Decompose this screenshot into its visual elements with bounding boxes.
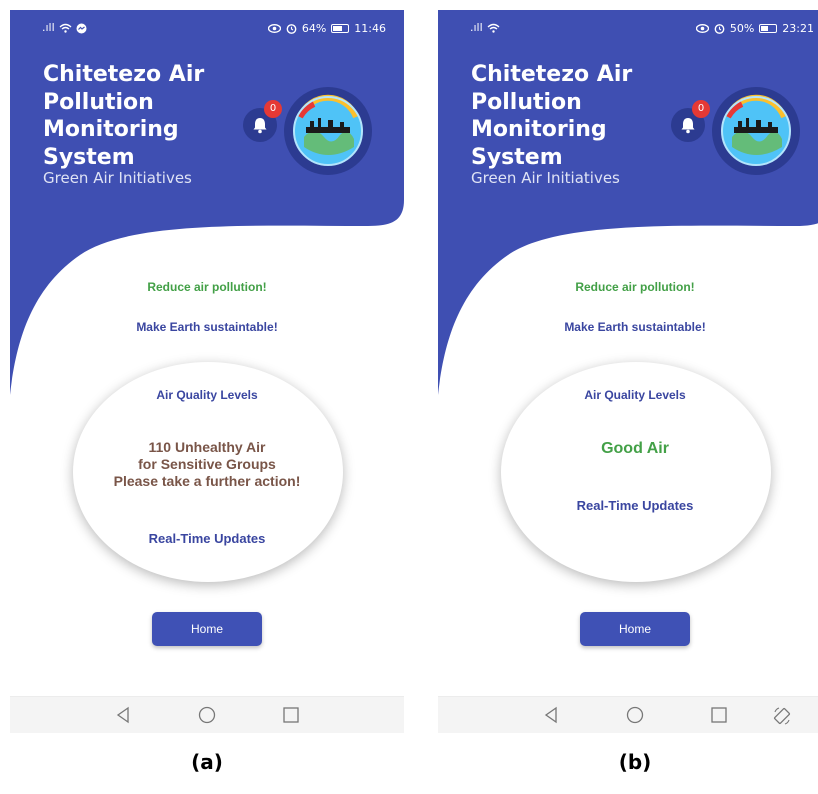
slogan-sustainable-earth: Make Earth sustaintable!: [136, 320, 278, 334]
air-quality-status: 110 Unhealthy Air for Sensitive Groups P…: [10, 439, 404, 490]
signal-icon: .ıll: [42, 21, 55, 34]
slogan-reduce-pollution: Reduce air pollution!: [147, 280, 267, 294]
battery-level: [761, 26, 768, 31]
alarm-icon: [714, 24, 725, 34]
battery-percentage: 50%: [729, 22, 755, 35]
system-nav-bar: [438, 696, 818, 733]
slogan-reduce-pollution: Reduce air pollution!: [575, 280, 695, 294]
status-line: 110 Unhealthy Air: [148, 439, 266, 455]
battery-percentage: 64%: [301, 22, 327, 35]
real-time-updates-label: Real-Time Updates: [148, 531, 266, 546]
wifi-icon: [59, 23, 72, 33]
phone-screen-a: .ıll 64% 11:46 Chitetezo Air Pollution M…: [10, 10, 404, 733]
air-quality-status: Good Air: [438, 440, 818, 458]
eye-icon: [267, 24, 281, 33]
wifi-icon: [487, 23, 500, 33]
clock: 23:21: [782, 22, 814, 35]
home-circle-icon[interactable]: [198, 706, 216, 724]
status-line: Please take a further action!: [113, 473, 301, 489]
air-quality-title: Air Quality Levels: [156, 388, 258, 402]
messenger-icon: [76, 23, 87, 33]
rotate-screen-icon[interactable]: [772, 706, 792, 726]
air-quality-title: Air Quality Levels: [584, 388, 686, 402]
clock: 11:46: [354, 22, 386, 35]
caption-a: (a): [191, 750, 223, 774]
status-line: Good Air: [601, 440, 669, 457]
notification-badge: 0: [692, 100, 710, 118]
phone-screen-b: .ıll 50% 23:21 Chitetezo Air Pollution M…: [438, 10, 818, 733]
figure: .ıll 64% 11:46 Chitetezo Air Pollution M…: [0, 0, 818, 794]
home-button[interactable]: Home: [152, 612, 262, 646]
battery-icon: [759, 24, 778, 33]
notification-badge: 0: [264, 100, 282, 118]
status-line: for Sensitive Groups: [138, 456, 276, 472]
earth-logo-icon: [712, 87, 800, 175]
back-icon[interactable]: [115, 706, 131, 724]
status-bar: .ıll 50% 23:21: [438, 10, 818, 50]
alarm-icon: [286, 24, 297, 34]
app-subtitle: Green Air Initiatives: [471, 169, 620, 187]
bell-icon: [253, 117, 267, 133]
app-title: Chitetezo Air Pollution Monitoring Syste…: [471, 62, 633, 170]
back-icon[interactable]: [543, 706, 559, 724]
signal-icon: .ıll: [470, 21, 483, 34]
recent-apps-icon[interactable]: [710, 706, 728, 724]
battery-level: [333, 26, 342, 31]
recent-apps-icon[interactable]: [282, 706, 300, 724]
earth-logo-icon: [284, 87, 372, 175]
real-time-updates-label: Real-Time Updates: [576, 498, 694, 513]
home-button[interactable]: Home: [580, 612, 690, 646]
battery-icon: [331, 24, 350, 33]
slogan-sustainable-earth: Make Earth sustaintable!: [564, 320, 706, 334]
app-subtitle: Green Air Initiatives: [43, 169, 192, 187]
bell-icon: [681, 117, 695, 133]
app-title: Chitetezo Air Pollution Monitoring Syste…: [43, 62, 205, 170]
home-circle-icon[interactable]: [626, 706, 644, 724]
eye-icon: [695, 24, 709, 33]
status-bar: .ıll 64% 11:46: [10, 10, 404, 50]
system-nav-bar: [10, 696, 404, 733]
caption-b: (b): [618, 750, 652, 774]
